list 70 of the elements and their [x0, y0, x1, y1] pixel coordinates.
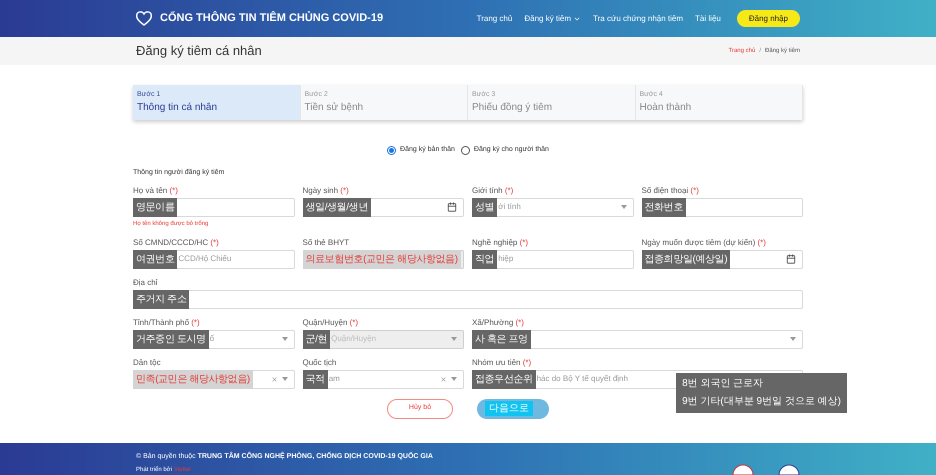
caret-icon [790, 337, 796, 341]
input-field[interactable]: 주거지 주소 [133, 290, 803, 308]
annotation-text: 8번 외국인 근로자 [682, 376, 764, 390]
caret-icon [451, 337, 457, 341]
field-label: Địa chỉ [133, 276, 158, 286]
date-field[interactable]: 생일/생월/생년 [302, 198, 464, 216]
brand-title: CỔNG THÔNG TIN TIÊM CHỦNG COVID-19 [160, 10, 384, 26]
nav-link[interactable]: Trang chủ [476, 12, 512, 24]
clear-icon[interactable] [270, 376, 278, 382]
nav-link[interactable]: Đăng ký tiêm [524, 12, 582, 24]
annotation-label: 영문이름 [133, 198, 178, 216]
login-button[interactable]: Đăng nhập [736, 10, 800, 27]
select-field[interactable]: 성별 ới tính [472, 198, 634, 216]
step-title: Hoàn thành [640, 101, 692, 116]
field-label: Nhóm ưu tiên (*) [472, 356, 532, 366]
caret-icon [282, 337, 288, 341]
date-field[interactable]: 접종희망일(예상일) [642, 250, 803, 268]
annotation-label: 직업 [472, 250, 498, 268]
clear-icon[interactable] [440, 376, 447, 382]
annotation-label: 접종우선순위 [472, 370, 536, 388]
calendar-icon[interactable] [786, 254, 796, 264]
field-label: Ngày sinh (*) [302, 184, 350, 194]
select-field[interactable]: 사 혹은 프엉 [472, 330, 803, 348]
caret-icon [451, 377, 457, 381]
input-field[interactable]: 전화번호 [642, 198, 803, 216]
field-label: Quận/Huyện (*) [302, 316, 360, 326]
field-text: hiệp [498, 253, 514, 265]
field-label: Ngày muốn được tiêm (dự kiến) (*) [642, 236, 767, 246]
field-label: Nghề nghiệp (*) [472, 236, 530, 246]
annotation-label: 주거지 주소 [133, 290, 190, 308]
annotation-label: 군/현 [302, 330, 330, 348]
step-title: Phiếu đồng ý tiêm [472, 101, 554, 116]
annotation-label: 사 혹은 프엉 [472, 330, 531, 348]
annotation-label: 거주중인 도시명 [133, 330, 209, 348]
field-label: Tỉnh/Thành phố (*) [133, 316, 201, 326]
field-label: Họ và tên (*) [133, 184, 179, 194]
field-text: ới tính [498, 201, 521, 213]
input-field[interactable]: 영문이름 [133, 198, 294, 216]
select-field[interactable]: 거주중인 도시명 ố [133, 330, 294, 348]
field-label: Xã/Phường (*) [472, 316, 525, 326]
nav-link[interactable]: Tra cứu chứng nhận tiêm [593, 12, 684, 24]
annotation-label: 접종희망일(예상일) [642, 250, 730, 268]
input-field[interactable]: 여권번호 CCD/Hộ Chiếu [133, 250, 294, 268]
field-label: Số điện thoại (*) [642, 184, 700, 194]
annotation-label: 국적 [302, 370, 328, 388]
field-text: hác do Bộ Y tế quyết định [536, 373, 628, 385]
field-label: Số thẻ BHYT [302, 236, 350, 246]
field-label: Số CMND/CCCD/HC (*) [133, 236, 220, 246]
caret-icon [620, 205, 626, 209]
annotation-text: 9번 기타(대부분 9번일 것으로 예상) [682, 394, 841, 408]
field-text: ố [210, 333, 214, 345]
page-title: Đăng ký tiêm cá nhân [136, 42, 263, 60]
annotation-label: 성별 [472, 198, 498, 216]
annotation-label: 여권번호 [133, 250, 178, 268]
field-text: CCD/Hộ Chiếu [178, 253, 232, 265]
nav-link[interactable]: Tài liệu [695, 12, 721, 24]
caret-icon [282, 377, 288, 381]
annotation-label: 생일/생월/생년 [302, 198, 371, 216]
field-label: Quốc tịch [302, 356, 338, 366]
annotation-label: 전화번호 [642, 198, 686, 216]
annotation-label: 민족(교민은 해당사항없음) [133, 370, 253, 388]
select-field[interactable]: 국적 am [302, 370, 464, 388]
step-title: Tiền sử bệnh [304, 101, 364, 116]
step-title: Thông tin cá nhân [137, 101, 218, 116]
heart-logo-icon [136, 11, 152, 26]
field-text: am [328, 373, 340, 385]
field-label: Dân tộc [133, 356, 162, 366]
field-label: Giới tính (*) [472, 184, 514, 194]
input-field[interactable]: 직업 hiệp [472, 250, 634, 268]
calendar-icon[interactable] [447, 202, 457, 212]
